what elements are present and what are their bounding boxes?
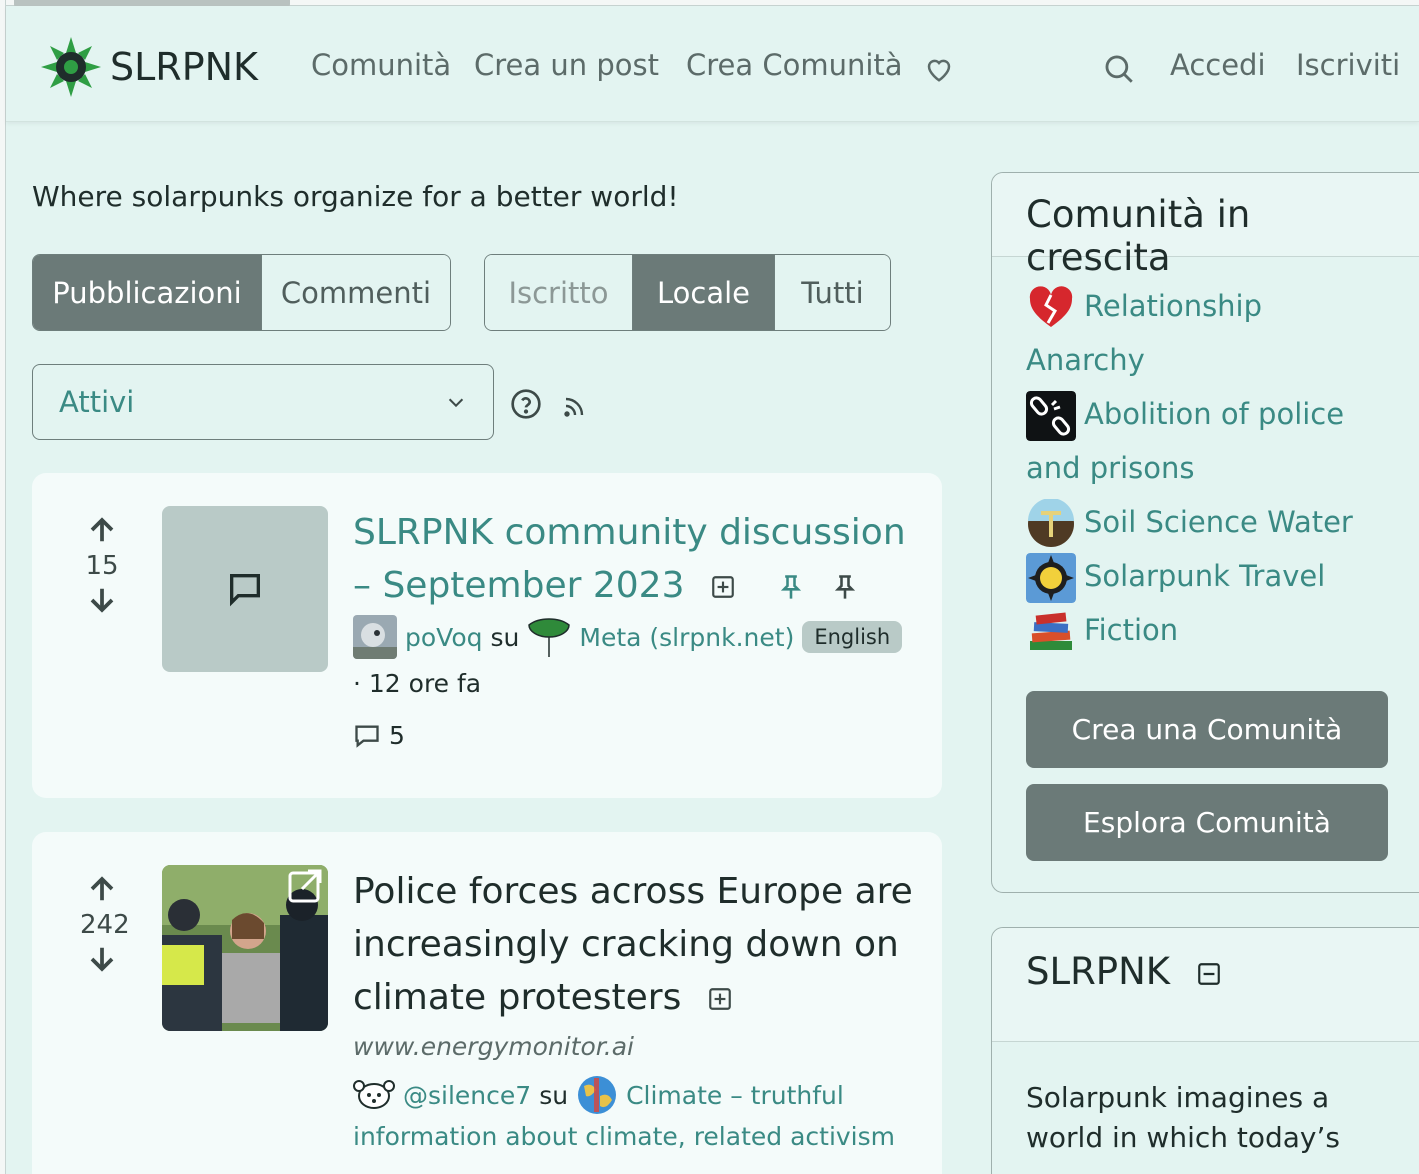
post-title-line: – September 2023 (353, 565, 685, 606)
site-title: SLRPNK (1026, 950, 1171, 993)
sort-select-value: Attivi (59, 385, 135, 419)
post-title-line: Police forces across Europe are (353, 871, 913, 912)
trending-title: Comunità in crescita (992, 173, 1419, 279)
post-su: su (490, 622, 520, 652)
post-author[interactable]: @silence7 (403, 1081, 531, 1110)
create-community-button[interactable]: Crea una Comunità (1026, 691, 1388, 768)
help-icon[interactable] (510, 388, 542, 420)
post-su: su (539, 1080, 569, 1110)
trending-communities-card: Comunità in crescita Relationship Anarch… (991, 172, 1419, 893)
brand[interactable]: SLRPNK (40, 36, 258, 98)
community-name-cont: and prisons (1026, 451, 1195, 485)
downvote-icon[interactable] (85, 944, 119, 974)
site-tagline: Where solarpunks organize for a better w… (32, 180, 679, 213)
ginkgo-leaf-icon (528, 618, 571, 657)
chevron-down-icon (448, 398, 464, 408)
nav-communities-link[interactable]: Comunità (311, 48, 451, 82)
rss-icon[interactable] (562, 395, 586, 419)
community-list: Relationship Anarchy Abolition of police… (992, 257, 1419, 657)
solarpunk-sun-icon (1026, 553, 1076, 603)
signup-link[interactable]: Iscriviti (1296, 48, 1400, 82)
community-name: Fiction (1084, 613, 1179, 647)
tab-posts[interactable]: Pubblicazioni (33, 255, 262, 330)
community-name: Relationship (1084, 289, 1263, 323)
community-item[interactable]: Solarpunk Travel (1026, 549, 1396, 603)
language-badge: English (802, 621, 903, 653)
comments-link[interactable]: 5 (353, 721, 405, 750)
post-title-line: climate protesters (353, 977, 682, 1018)
expand-icon[interactable] (710, 574, 736, 600)
broken-chain-icon (1026, 391, 1076, 441)
upvote-icon[interactable] (85, 874, 119, 904)
comment-icon (355, 725, 379, 748)
expand-icon[interactable] (707, 986, 733, 1012)
community-item[interactable]: Abolition of police and prisons (1026, 387, 1396, 495)
view-toggle: Pubblicazioni Commenti (32, 254, 451, 331)
post-thumbnail[interactable] (162, 506, 328, 672)
post-community-line: information about climate, related activ… (353, 1122, 896, 1151)
tab-local[interactable]: Locale (633, 255, 775, 330)
vote-block: 15 (80, 515, 124, 615)
pin-icon (781, 575, 802, 599)
listing-toggle: Iscritto Locale Tutti (484, 254, 891, 331)
site-info-card: SLRPNK Solarpunk imagines a world in whi… (991, 927, 1419, 1174)
post-time: · 12 ore fa (353, 669, 482, 698)
community-name: Solarpunk Travel (1084, 559, 1326, 593)
sort-select[interactable]: Attivi (32, 364, 494, 440)
tab-subscribed[interactable]: Iscritto (485, 255, 633, 330)
soil-globe-icon (1028, 499, 1074, 547)
nav-create-post-link[interactable]: Crea un post (474, 48, 659, 82)
brand-name: SLRPNK (110, 45, 258, 89)
site-description-line: world in which today’s (1026, 1121, 1340, 1154)
community-name: Soil Science Water (1084, 505, 1353, 539)
post-title[interactable]: Police forces across Europe are increasi… (353, 865, 913, 1024)
globe-icon (578, 1076, 617, 1114)
collapse-icon[interactable] (1196, 961, 1222, 987)
post-title[interactable]: SLRPNK community discussion – September … (353, 506, 906, 612)
community-name: Abolition of police (1084, 397, 1345, 431)
comment-count: 5 (389, 721, 405, 750)
post-domain[interactable]: www.energymonitor.ai (353, 1032, 634, 1061)
post-score: 242 (80, 910, 130, 940)
dog-avatar-icon[interactable] (353, 1078, 395, 1112)
post-title-line: SLRPNK community discussion (353, 512, 906, 553)
explore-communities-button[interactable]: Esplora Comunità (1026, 784, 1388, 861)
search-icon[interactable] (1102, 52, 1136, 86)
post-author[interactable]: poVoq (405, 623, 483, 652)
heart-icon[interactable] (924, 54, 954, 84)
post-community-cont[interactable]: information about climate, related activ… (353, 1122, 895, 1151)
tab-comments[interactable]: Commenti (262, 255, 450, 330)
upvote-icon[interactable] (85, 515, 119, 545)
post-card: 242 Police forces across Europe are incr… (32, 832, 942, 1174)
post-meta: poVoq su Meta (slrpnk.net) English (353, 615, 903, 659)
message-square-icon (230, 574, 260, 607)
post-meta: @silence7 su Climate – truthful (353, 1074, 844, 1116)
post-community[interactable]: Meta (slrpnk.net) (579, 623, 794, 652)
nav-create-community-link[interactable]: Crea Comunità (686, 48, 903, 82)
navbar: SLRPNK Comunità Crea un post Crea Comuni… (6, 6, 1419, 122)
slrpnk-logo-icon (41, 37, 101, 97)
window-left-edge (0, 0, 6, 1174)
site-description: Solarpunk imagines a world in which toda… (992, 1042, 1419, 1174)
downvote-icon[interactable] (85, 585, 119, 615)
site-info-header: SLRPNK (992, 928, 1419, 1042)
pin-icon (834, 575, 855, 599)
vote-block: 242 (80, 874, 130, 974)
tab-all[interactable]: Tutti (775, 255, 890, 330)
community-item[interactable]: Soil Science Water (1026, 495, 1396, 549)
post-card: 15 SLRPNK community discussion – Septemb… (32, 473, 942, 798)
post-community[interactable]: Climate – truthful (626, 1081, 844, 1110)
broken-heart-icon (1029, 286, 1073, 327)
community-item[interactable]: Fiction (1026, 603, 1396, 657)
community-item[interactable]: Relationship Anarchy (1026, 279, 1396, 387)
post-thumbnail[interactable] (162, 865, 328, 1031)
community-name-cont: Anarchy (1026, 343, 1145, 377)
user-avatar[interactable] (353, 615, 397, 659)
site-description-line: Solarpunk imagines a (1026, 1081, 1330, 1114)
books-icon (1030, 612, 1072, 650)
post-score: 15 (85, 551, 119, 581)
login-link[interactable]: Accedi (1170, 48, 1266, 82)
post-title-line: increasingly cracking down on (353, 924, 899, 965)
